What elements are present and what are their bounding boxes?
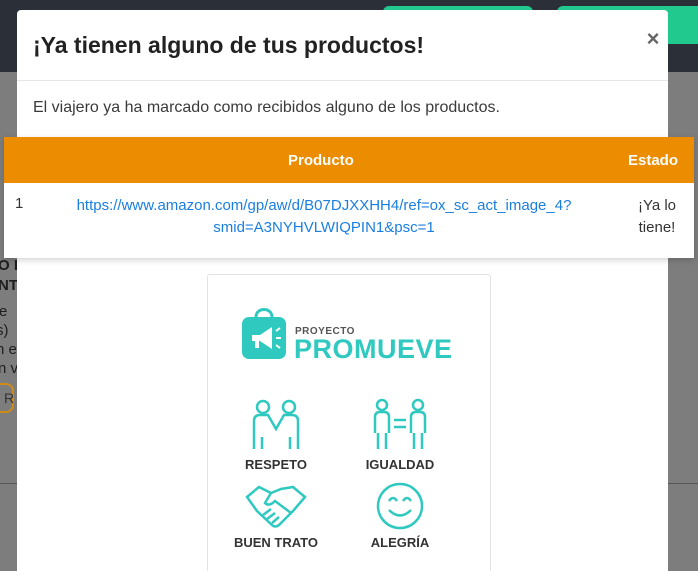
megaphone-bag-icon (242, 308, 286, 359)
background-divider (668, 483, 698, 484)
status-line1: ¡Ya lo (637, 197, 677, 214)
modal-title: ¡Ya tienen alguno de tus productos! (33, 32, 425, 58)
promo-label: RESPETO (245, 457, 307, 472)
product-link[interactable]: https://www.amazon.com/gp/aw/d/B07DJXXHH… (34, 195, 614, 239)
table-header: Producto Estado (4, 137, 694, 183)
handshake-people-icon (252, 399, 300, 449)
status-cell: ¡Ya lo tiene! (626, 195, 688, 239)
background-button-label: R (4, 390, 15, 406)
column-header-product: Producto (288, 152, 354, 169)
equal-people-icon (373, 398, 427, 449)
promo-image: PROYECTO PROMUEVE RESPETO IGUALDAD BUEN … (207, 274, 491, 571)
product-link-line2: smid=A3NYHVLWIQPIN1&psc=1 (213, 219, 435, 236)
background-button: R (0, 383, 14, 413)
promo-respeto: RESPETO (221, 397, 331, 472)
smiley-face-icon (376, 482, 424, 530)
promo-label: IGUALDAD (365, 457, 435, 472)
background-text: s) (0, 322, 9, 339)
row-index: 1 (15, 195, 24, 212)
modal-message: El viajero ya ha marcado como recibidos … (33, 99, 500, 116)
column-header-status: Estado (628, 152, 679, 169)
products-table: Producto Estado 1 https://www.amazon.com… (4, 137, 694, 258)
promo-alegria: ALEGRÍA (345, 481, 455, 550)
handshake-icon (245, 485, 307, 528)
promo-label: ALEGRÍA (370, 535, 430, 550)
table-row: 1 https://www.amazon.com/gp/aw/d/B07DJXX… (4, 183, 694, 258)
promo-buen-trato: BUEN TRATO (221, 481, 331, 550)
close-button[interactable]: × (642, 26, 664, 52)
promo-brand-big: PROMUEVE (294, 334, 453, 364)
modal-divider (17, 80, 668, 81)
background-text: e (0, 303, 8, 320)
product-link-line1: https://www.amazon.com/gp/aw/d/B07DJXXHH… (76, 197, 572, 214)
promo-label: BUEN TRATO (233, 535, 319, 550)
status-line2: tiene! (638, 219, 676, 236)
promo-igualdad: IGUALDAD (345, 397, 455, 472)
